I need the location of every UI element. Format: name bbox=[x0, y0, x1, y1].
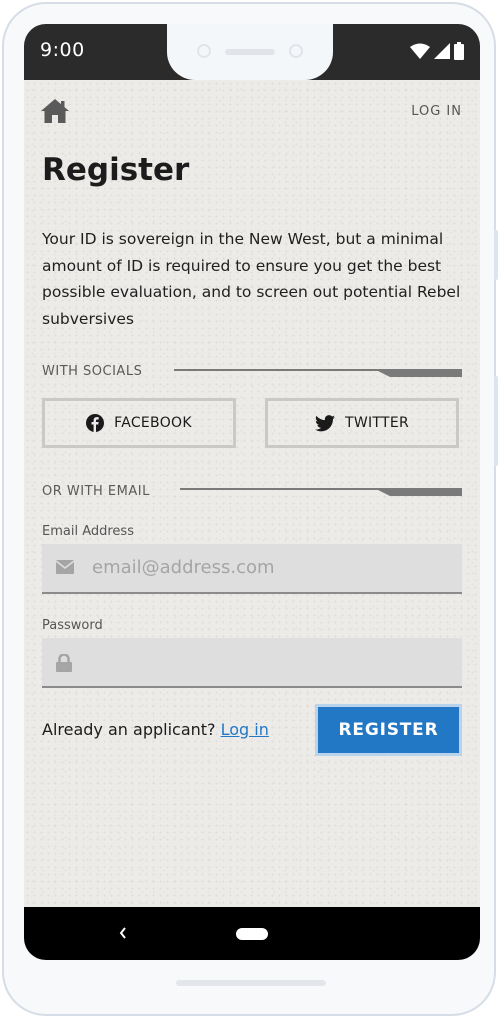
socials-section-label: WITH SOCIALS bbox=[42, 364, 143, 379]
status-icons bbox=[410, 42, 464, 60]
email-placeholder: email@address.com bbox=[92, 557, 275, 578]
power-button bbox=[494, 376, 498, 466]
email-field-label: Email Address bbox=[42, 524, 134, 539]
screen: 9:00 LOG IN Register Your ID is sovereig… bbox=[24, 24, 480, 960]
facebook-button-label: FACEBOOK bbox=[114, 415, 192, 431]
already-applicant-text: Already an applicant? bbox=[42, 720, 216, 739]
volume-button bbox=[494, 230, 498, 280]
socials-divider bbox=[174, 369, 462, 377]
password-field[interactable] bbox=[42, 638, 462, 688]
lock-icon bbox=[56, 654, 72, 672]
twitter-icon bbox=[314, 414, 335, 431]
page-title: Register bbox=[42, 152, 190, 188]
register-page: LOG IN Register Your ID is sovereign in … bbox=[24, 80, 480, 907]
status-time: 9:00 bbox=[40, 39, 85, 61]
status-bar: 9:00 bbox=[24, 24, 480, 80]
email-field[interactable]: email@address.com bbox=[42, 544, 462, 594]
email-divider bbox=[180, 488, 462, 496]
home-icon[interactable] bbox=[40, 98, 70, 124]
email-section-label: OR WITH EMAIL bbox=[42, 484, 150, 499]
signal-icon bbox=[434, 43, 450, 59]
envelope-icon bbox=[56, 560, 74, 574]
navigation-bar bbox=[24, 907, 480, 960]
already-applicant-row: Already an applicant? Log in bbox=[42, 720, 269, 739]
sensor-icon bbox=[289, 44, 303, 58]
battery-icon bbox=[454, 42, 464, 60]
phone-frame: 9:00 LOG IN Register Your ID is sovereig… bbox=[2, 2, 498, 1016]
camera-notch bbox=[167, 24, 333, 80]
camera-icon bbox=[197, 44, 211, 58]
facebook-icon bbox=[86, 414, 105, 432]
register-button[interactable]: REGISTER bbox=[315, 704, 462, 756]
bottom-speaker bbox=[176, 980, 326, 986]
wifi-icon bbox=[410, 43, 430, 59]
login-link[interactable]: Log in bbox=[221, 720, 269, 739]
earpiece-speaker bbox=[225, 49, 275, 55]
back-icon[interactable] bbox=[118, 925, 128, 941]
password-field-label: Password bbox=[42, 618, 103, 633]
twitter-button-label: TWITTER bbox=[344, 415, 410, 431]
register-button-label: REGISTER bbox=[338, 720, 439, 740]
home-pill-button[interactable] bbox=[236, 928, 268, 940]
twitter-button[interactable]: TWITTER bbox=[265, 398, 459, 448]
header-login-link[interactable]: LOG IN bbox=[411, 104, 462, 119]
facebook-button[interactable]: FACEBOOK bbox=[42, 398, 236, 448]
intro-text: Your ID is sovereign in the New West, bu… bbox=[42, 230, 461, 328]
